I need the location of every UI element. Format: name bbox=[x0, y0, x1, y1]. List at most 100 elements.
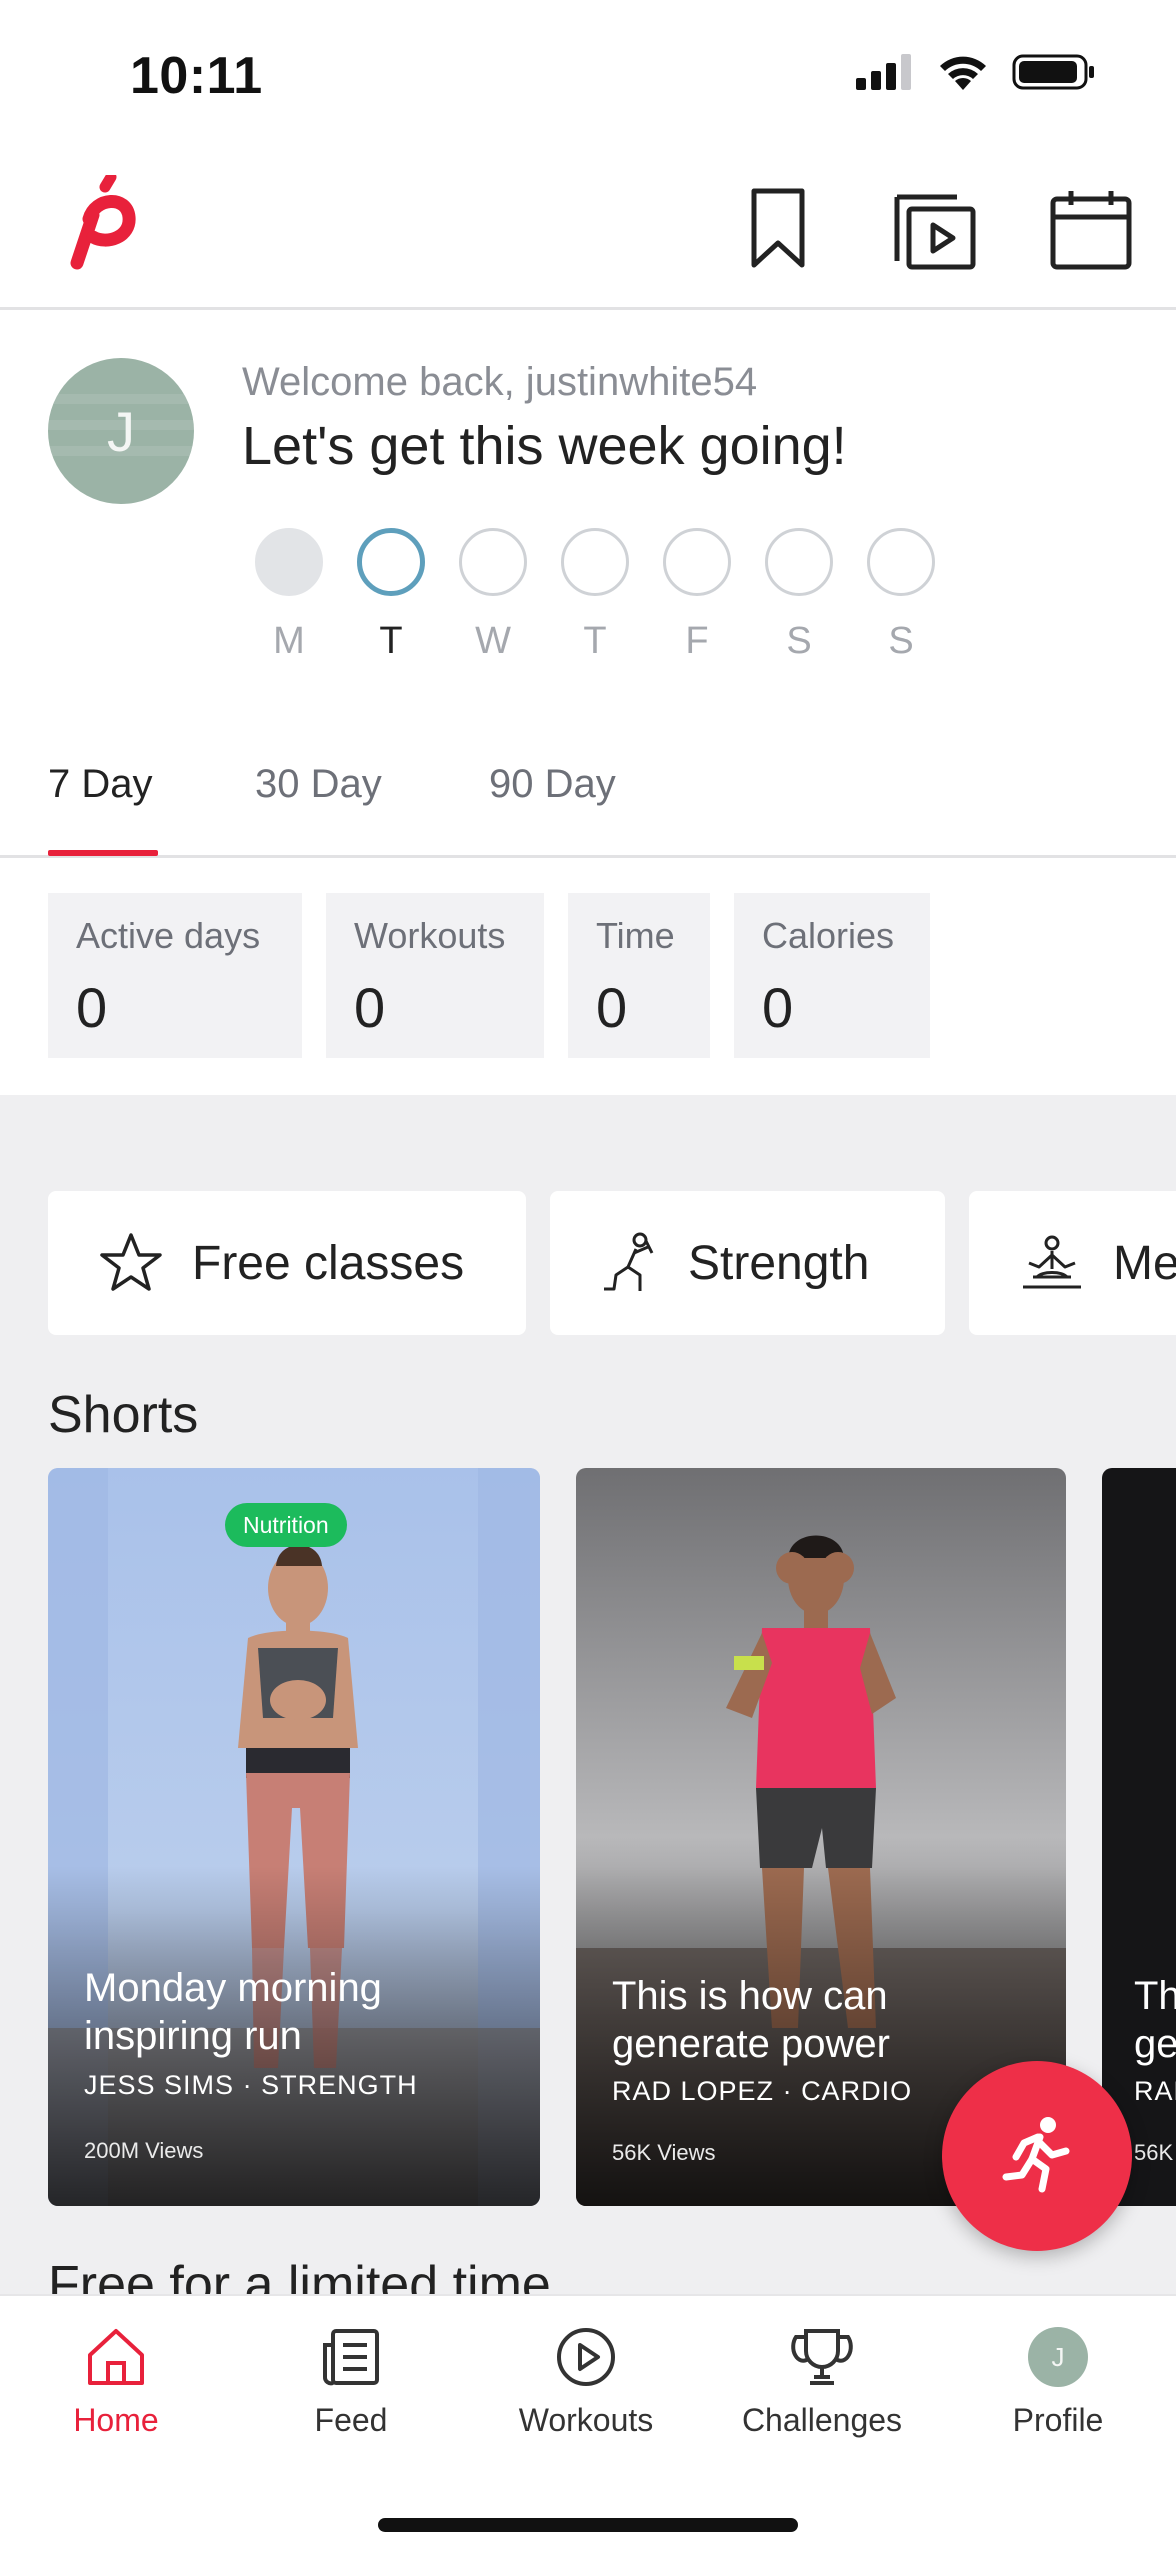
welcome-subtitle: Welcome back, justinwhite54 bbox=[242, 360, 758, 404]
meta-separator: · bbox=[242, 2070, 262, 2100]
video-library-icon bbox=[894, 194, 976, 270]
short-card-1[interactable]: Nutrition Monday morning inspiring run J… bbox=[48, 1468, 540, 2206]
category-label: Strength bbox=[688, 1236, 870, 1290]
day-label: M bbox=[273, 620, 305, 662]
bottom-nav: Home Feed Workouts Challenges J Profile bbox=[0, 2294, 1176, 2556]
day-friday: F bbox=[646, 528, 748, 663]
profile-avatar-wrapper: J bbox=[1023, 2322, 1093, 2392]
tab-90-day[interactable]: 90 Day bbox=[489, 762, 616, 807]
day-indicator bbox=[867, 528, 935, 596]
strength-icon bbox=[604, 1232, 654, 1291]
stat-active-days: Active days 0 bbox=[48, 893, 302, 1058]
category-label: Me bbox=[1113, 1236, 1176, 1290]
wifi-icon bbox=[940, 56, 986, 90]
short-title: This is how can generate power bbox=[612, 1972, 890, 2068]
nav-feed[interactable]: Feed bbox=[241, 2322, 461, 2439]
category-meditation[interactable]: Me bbox=[969, 1191, 1176, 1335]
star-icon bbox=[100, 1233, 162, 1291]
meditation-icon bbox=[1023, 1235, 1081, 1289]
feed-icon bbox=[316, 2322, 386, 2392]
day-indicator bbox=[459, 528, 527, 596]
category-strength[interactable]: Strength bbox=[550, 1191, 945, 1335]
avatar[interactable]: J bbox=[48, 358, 194, 504]
welcome-title: Let's get this week going! bbox=[242, 416, 847, 476]
short-meta: RAD bbox=[1134, 2076, 1176, 2107]
nav-challenges[interactable]: Challenges bbox=[712, 2322, 932, 2439]
stat-calories: Calories 0 bbox=[734, 893, 930, 1058]
stat-value: 0 bbox=[596, 976, 628, 1039]
nav-label: Workouts bbox=[518, 2402, 654, 2438]
shorts-heading: Shorts bbox=[48, 1386, 199, 1444]
calendar-button[interactable] bbox=[1046, 184, 1136, 274]
stat-label: Time bbox=[596, 915, 675, 956]
short-title-line: Th bbox=[1134, 1974, 1176, 2018]
short-title-line: ge bbox=[1134, 2022, 1176, 2066]
short-instructor: RAD LOPEZ bbox=[612, 2076, 775, 2106]
start-workout-fab[interactable] bbox=[942, 2061, 1132, 2251]
short-title-line: generate power bbox=[612, 2022, 890, 2066]
stat-value: 0 bbox=[354, 976, 386, 1039]
short-views: 200M Views bbox=[84, 2138, 204, 2163]
short-views: 56K Views bbox=[612, 2140, 716, 2165]
short-category: CARDIO bbox=[801, 2076, 913, 2106]
short-meta: JESS SIMS · STRENGTH bbox=[84, 2070, 418, 2101]
short-meta: RAD LOPEZ · CARDIO bbox=[612, 2076, 912, 2107]
short-title-line: This is how can bbox=[612, 1974, 888, 2018]
day-label: F bbox=[685, 620, 709, 662]
app-header bbox=[0, 150, 1176, 310]
home-indicator bbox=[378, 2518, 798, 2532]
day-thursday: T bbox=[544, 528, 646, 663]
day-indicator bbox=[765, 528, 833, 596]
short-card-3[interactable]: Th ge RAD 56K bbox=[1102, 1468, 1176, 2206]
day-label: T bbox=[583, 620, 607, 662]
status-icons bbox=[854, 52, 1096, 92]
welcome-section: J Welcome back, justinwhite54 Let's get … bbox=[0, 310, 1176, 710]
nav-profile[interactable]: J Profile bbox=[948, 2322, 1168, 2439]
cellular-signal-icon bbox=[856, 54, 911, 90]
category-free-classes[interactable]: Free classes bbox=[48, 1191, 526, 1335]
tab-7-day[interactable]: 7 Day bbox=[48, 762, 153, 807]
day-label: T bbox=[379, 620, 403, 662]
nav-home[interactable]: Home bbox=[6, 2322, 226, 2439]
day-label: S bbox=[888, 620, 914, 662]
nav-label: Feed bbox=[314, 2402, 388, 2438]
stat-label: Active days bbox=[76, 915, 261, 956]
nav-label: Home bbox=[73, 2402, 159, 2438]
short-category: STRENGTH bbox=[261, 2070, 418, 2100]
day-wednesday: W bbox=[442, 528, 544, 663]
short-views: 56K bbox=[1134, 2140, 1174, 2165]
home-icon bbox=[81, 2322, 151, 2392]
day-tuesday: T bbox=[340, 528, 442, 663]
range-tabs: 7 Day 30 Day 90 Day bbox=[0, 730, 1176, 858]
tab-30-day[interactable]: 30 Day bbox=[255, 762, 382, 807]
avatar-initial: J bbox=[107, 399, 135, 463]
avatar: J bbox=[1028, 2327, 1088, 2387]
short-title-line: Monday morning bbox=[84, 1966, 382, 2010]
meta-separator: · bbox=[782, 2076, 802, 2106]
status-time: 10:11 bbox=[130, 47, 263, 105]
short-title-line: inspiring run bbox=[84, 2014, 302, 2058]
day-indicator bbox=[663, 528, 731, 596]
peloton-logo[interactable] bbox=[55, 175, 145, 285]
day-indicator bbox=[357, 528, 425, 596]
day-indicator bbox=[561, 528, 629, 596]
status-bar: 10:11 bbox=[0, 0, 1176, 150]
bookmark-icon bbox=[751, 188, 805, 268]
nutrition-badge: Nutrition bbox=[225, 1503, 347, 1547]
nav-workouts[interactable]: Workouts bbox=[476, 2322, 696, 2439]
day-sunday: S bbox=[850, 528, 952, 663]
nav-label: Challenges bbox=[741, 2402, 903, 2438]
day-saturday: S bbox=[748, 528, 850, 663]
short-instructor: RAD bbox=[1134, 2076, 1176, 2106]
day-label: S bbox=[786, 620, 812, 662]
video-library-button[interactable] bbox=[890, 184, 980, 274]
calendar-icon bbox=[1050, 191, 1132, 270]
week-progress: M T W T F S S bbox=[238, 528, 952, 663]
day-indicator bbox=[255, 528, 323, 596]
play-circle-icon bbox=[551, 2322, 621, 2392]
stat-label: Calories bbox=[762, 915, 895, 956]
stat-value: 0 bbox=[762, 976, 794, 1039]
bookmark-button[interactable] bbox=[733, 184, 823, 274]
active-tab-indicator bbox=[48, 850, 158, 856]
trophy-icon bbox=[787, 2322, 857, 2392]
